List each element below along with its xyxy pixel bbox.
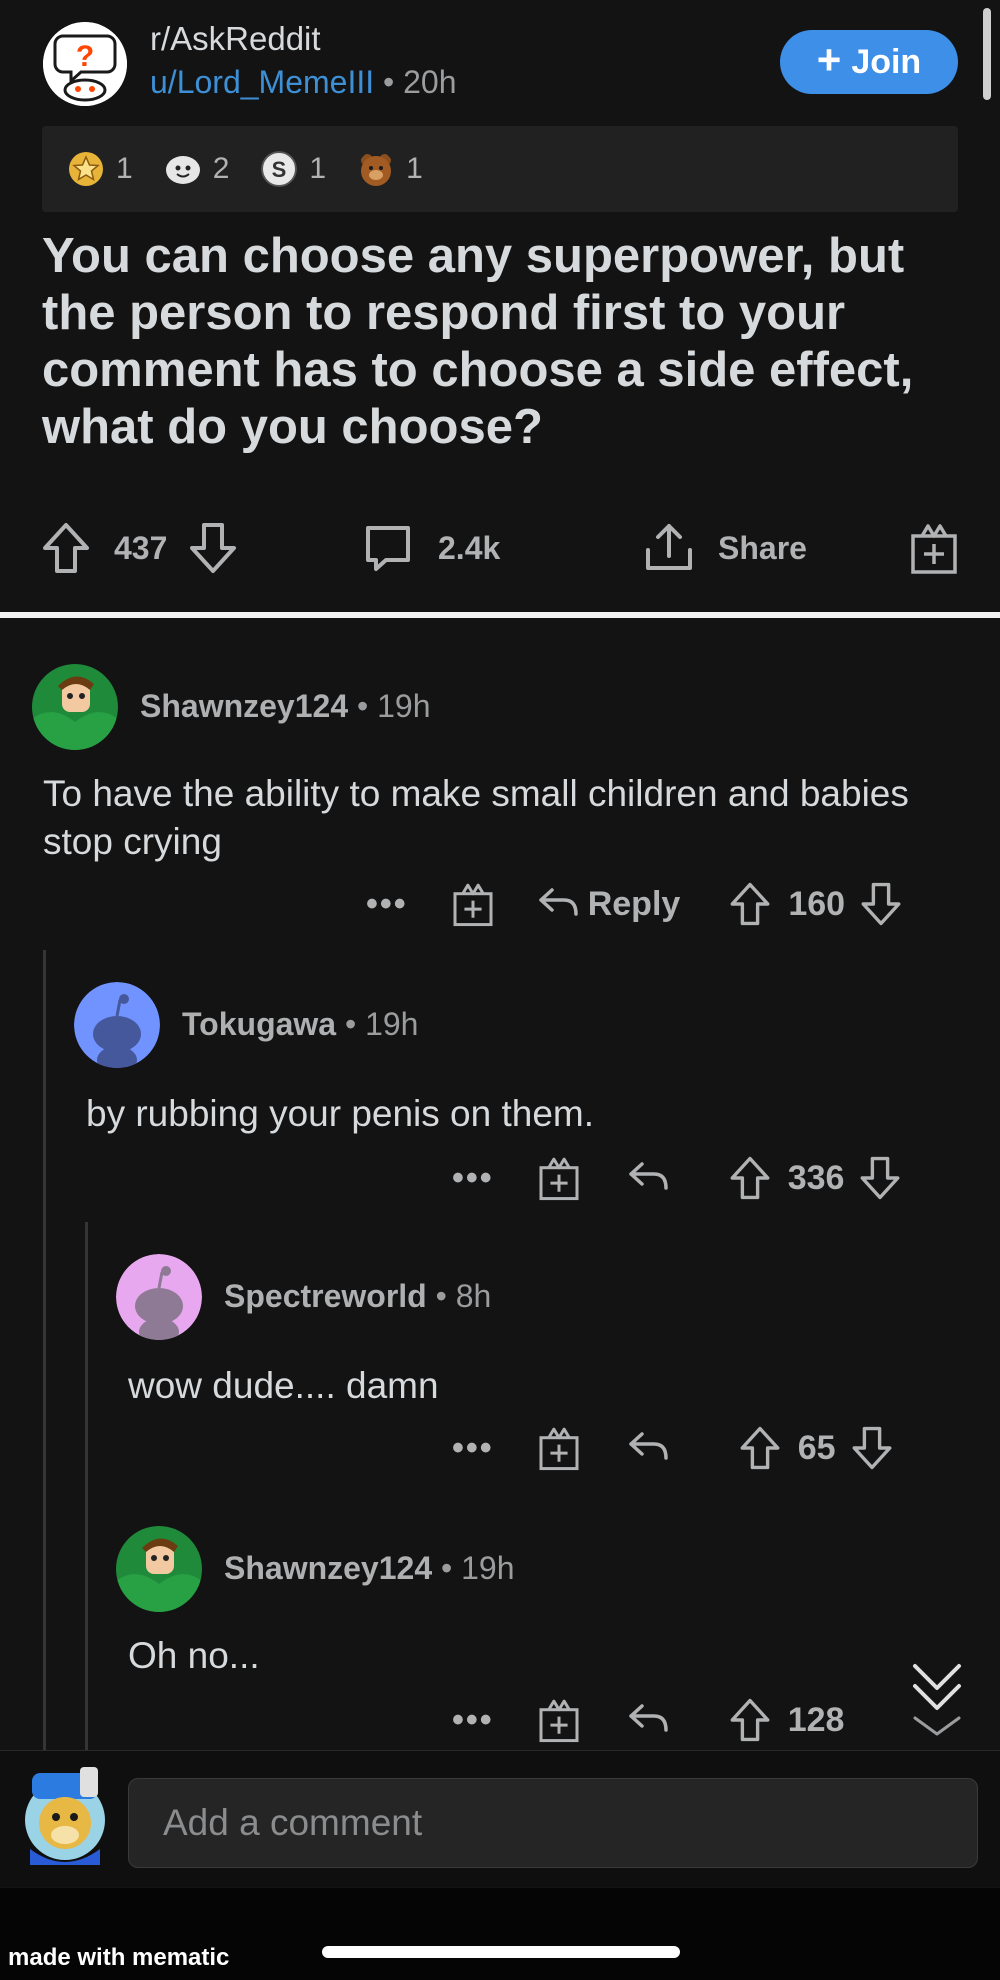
comment-body[interactable]: Oh no... <box>128 1632 828 1680</box>
comment-meta: Spectreworld • 8h <box>224 1278 491 1315</box>
downvote-arrow-icon[interactable] <box>850 1424 894 1472</box>
post-time: 20h <box>403 64 457 100</box>
downvote-arrow-icon[interactable] <box>187 520 239 576</box>
reply-arrow-icon[interactable] <box>626 1158 670 1198</box>
separator-dot: • <box>441 1550 453 1586</box>
jump-next-comment-button[interactable] <box>905 1660 969 1740</box>
comment-author[interactable]: Shawnzey124 <box>224 1550 432 1586</box>
comment-avatar[interactable] <box>116 1526 202 1612</box>
post-award-button[interactable] <box>908 518 960 578</box>
award-item[interactable]: 1 <box>68 151 133 187</box>
reply-arrow-icon[interactable] <box>626 1428 670 1468</box>
join-button[interactable]: + Join <box>780 30 958 94</box>
post-comments-button[interactable]: 2.4k <box>362 518 500 578</box>
comment-time: 19h <box>461 1550 515 1586</box>
reply-arrow-icon[interactable] <box>626 1700 670 1740</box>
upvote-arrow-icon[interactable] <box>728 1154 772 1202</box>
plus-icon: + <box>816 36 842 83</box>
comment-body[interactable]: To have the ability to make small childr… <box>43 770 943 866</box>
subreddit-name[interactable]: r/AskReddit <box>150 20 321 58</box>
svg-text:S: S <box>272 157 287 182</box>
upvote-arrow-icon[interactable] <box>728 880 772 928</box>
comment-body[interactable]: by rubbing your penis on them. <box>86 1090 946 1138</box>
comment-time: 19h <box>365 1006 419 1042</box>
share-button[interactable]: Share <box>642 518 807 578</box>
share-icon <box>646 524 692 570</box>
gift-award-icon[interactable] <box>450 880 496 928</box>
comment-vote-count: 160 <box>788 884 846 923</box>
upvote-arrow-icon[interactable] <box>40 520 92 576</box>
share-label: Share <box>718 529 807 566</box>
awards-bar[interactable]: 1 2 S 1 1 <box>42 126 958 212</box>
wholesome-award-icon <box>165 156 200 184</box>
post-author-line: u/Lord_MemeIII • 20h <box>150 64 456 101</box>
comment-author[interactable]: Shawnzey124 <box>140 688 348 724</box>
comment-body[interactable]: wow dude.... damn <box>128 1362 948 1410</box>
bear-award-icon <box>361 154 392 186</box>
award-item[interactable]: 1 <box>358 151 423 187</box>
separator-dot: • <box>383 64 395 100</box>
gift-award-icon <box>911 524 957 574</box>
silver-award-icon: S <box>261 151 298 187</box>
comment-actions: ••• 65 <box>452 1420 894 1476</box>
gift-award-icon[interactable] <box>536 1154 582 1202</box>
separator-dot: • <box>435 1278 447 1314</box>
comment-vote-count: 336 <box>787 1158 845 1197</box>
join-label: Join <box>851 42 922 81</box>
post-vote-group: 437 <box>40 518 239 578</box>
award-item[interactable]: S 1 <box>261 151 326 187</box>
comment-avatar[interactable] <box>116 1254 202 1340</box>
comment-meta: Tokugawa • 19h <box>182 1006 418 1043</box>
subreddit-avatar[interactable]: ? <box>43 22 127 106</box>
gift-award-icon[interactable] <box>536 1696 582 1744</box>
add-comment-input[interactable]: Add a comment <box>128 1778 978 1868</box>
gold-star-award-icon <box>69 152 103 186</box>
section-divider <box>0 612 1000 618</box>
comment-avatar[interactable] <box>32 664 118 750</box>
reply-button[interactable]: Reply <box>588 885 681 924</box>
upvote-arrow-icon[interactable] <box>728 1696 772 1744</box>
separator-dot: • <box>344 1006 357 1042</box>
double-chevron-down-icon <box>913 1664 961 1736</box>
award-count: 1 <box>309 152 327 185</box>
award-count: 2 <box>212 152 230 185</box>
post-title[interactable]: You can choose any superpower, but the p… <box>42 228 962 456</box>
thread-line[interactable] <box>43 950 46 1750</box>
comment-meta: Shawnzey124 • 19h <box>140 688 430 725</box>
comment-avatar[interactable] <box>74 982 160 1068</box>
comment-actions: ••• Reply 160 <box>366 876 903 932</box>
award-item[interactable]: 2 <box>165 151 230 187</box>
svg-text:?: ? <box>76 40 94 73</box>
comment-author[interactable]: Tokugawa <box>182 1006 336 1042</box>
comment-time: 19h <box>377 688 431 724</box>
more-options-button[interactable]: ••• <box>452 1159 494 1198</box>
comment-meta: Shawnzey124 • 19h <box>224 1550 514 1587</box>
downvote-arrow-icon[interactable] <box>858 1154 902 1202</box>
upvote-arrow-icon[interactable] <box>738 1424 782 1472</box>
comment-author[interactable]: Spectreworld <box>224 1278 427 1314</box>
award-count: 1 <box>406 152 423 185</box>
more-options-button[interactable]: ••• <box>366 885 408 924</box>
separator-dot: • <box>357 688 369 724</box>
post-comment-count: 2.4k <box>438 529 501 566</box>
more-options-button[interactable]: ••• <box>452 1429 494 1468</box>
user-avatar[interactable] <box>20 1765 110 1865</box>
comment-actions: ••• 128 <box>452 1692 844 1748</box>
award-count: 1 <box>116 152 133 185</box>
post-upvote-count: 437 <box>114 529 168 566</box>
comment-actions: ••• 336 <box>452 1150 902 1206</box>
gift-award-icon[interactable] <box>536 1424 582 1472</box>
reply-arrow-icon[interactable] <box>536 884 580 924</box>
comment-vote-count: 65 <box>797 1428 836 1467</box>
post-author[interactable]: u/Lord_MemeIII <box>150 64 374 100</box>
comment-vote-count: 128 <box>787 1700 845 1739</box>
scrollbar[interactable] <box>983 8 991 100</box>
comment-bubble-icon <box>366 526 410 571</box>
comment-time: 8h <box>455 1278 492 1314</box>
thread-line[interactable] <box>85 1222 88 1750</box>
downvote-arrow-icon[interactable] <box>859 880 903 928</box>
watermark-text: made with mematic <box>8 1944 230 1971</box>
more-options-button[interactable]: ••• <box>452 1701 494 1740</box>
home-indicator[interactable] <box>322 1946 680 1958</box>
